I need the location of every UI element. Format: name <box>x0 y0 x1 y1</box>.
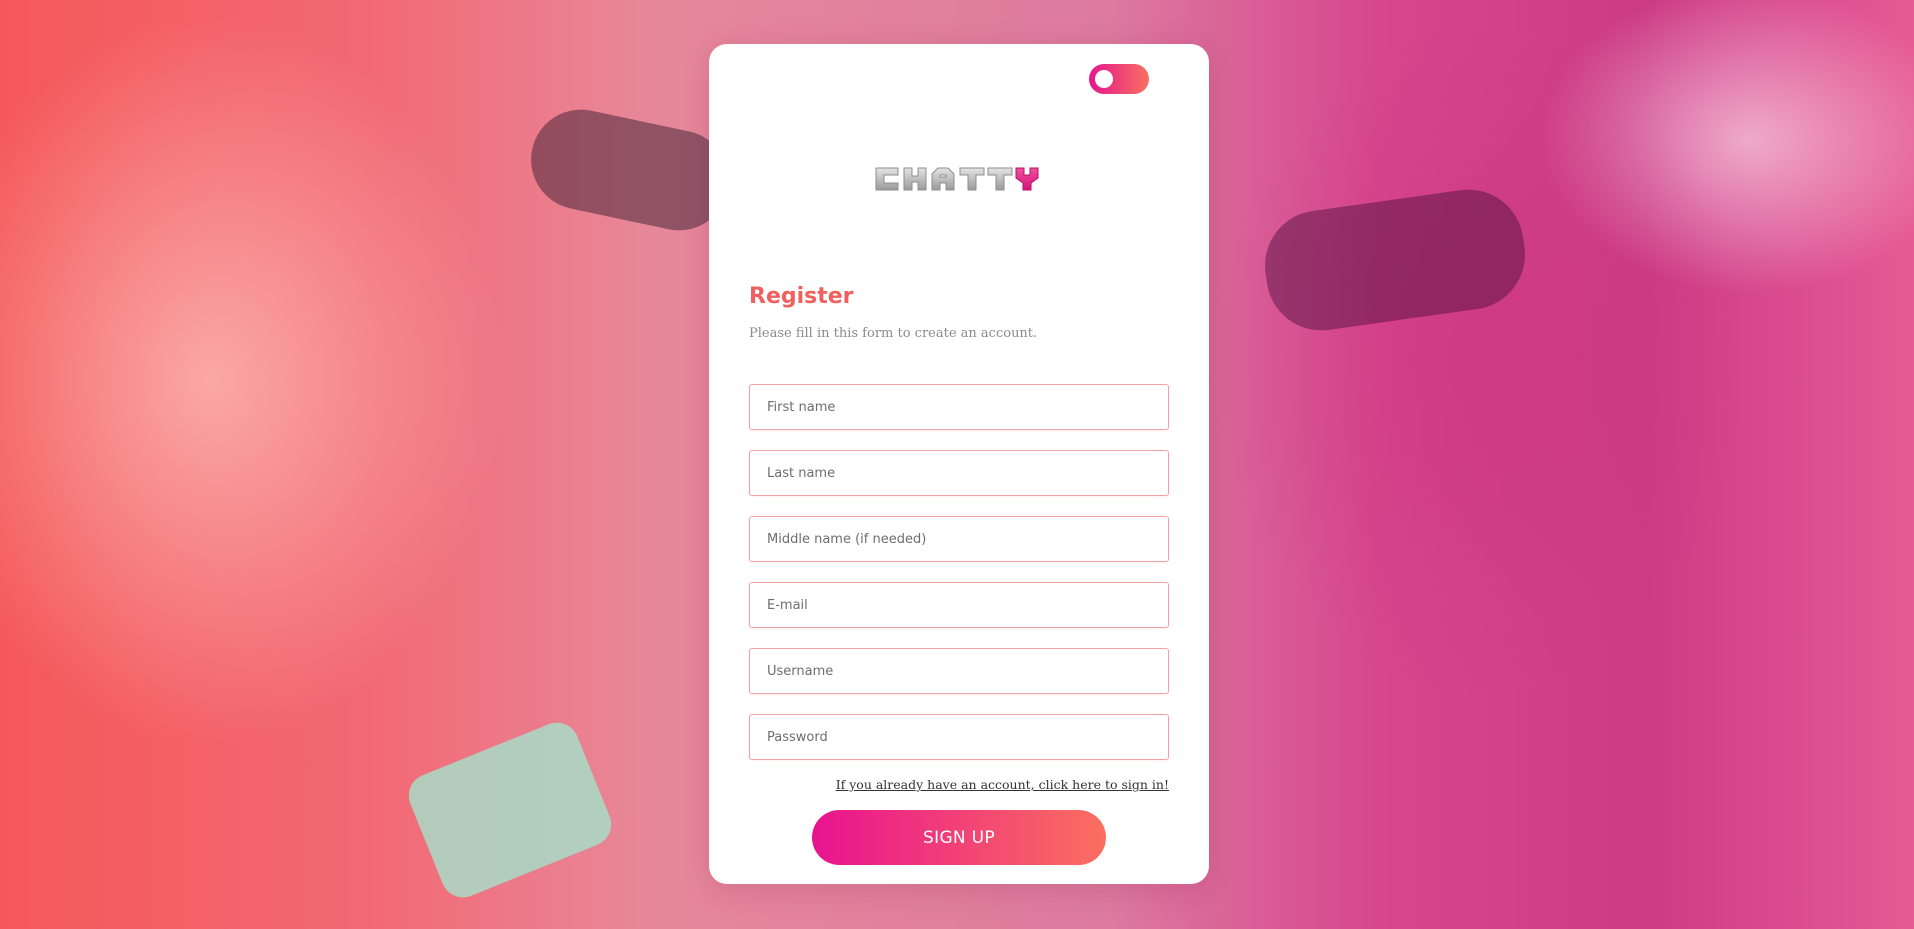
toggle-knob <box>1095 70 1113 88</box>
username-field[interactable] <box>749 648 1169 694</box>
password-input[interactable] <box>750 715 1168 759</box>
email-field[interactable] <box>749 582 1169 628</box>
signin-link[interactable]: If you already have an account, click he… <box>836 777 1169 792</box>
middle-name-field[interactable] <box>749 516 1169 562</box>
username-input[interactable] <box>750 649 1168 693</box>
form-subtitle: Please fill in this form to create an ac… <box>749 326 1038 341</box>
app-logo <box>709 164 1209 198</box>
email-input[interactable] <box>750 583 1168 627</box>
last-name-input[interactable] <box>750 451 1168 495</box>
background-phone <box>402 716 618 904</box>
theme-toggle[interactable] <box>1089 64 1149 94</box>
background-detail <box>521 100 739 240</box>
sign-up-button[interactable]: SIGN UP <box>812 810 1106 865</box>
password-field[interactable] <box>749 714 1169 760</box>
first-name-field[interactable] <box>749 384 1169 430</box>
first-name-input[interactable] <box>750 385 1168 429</box>
background-detail <box>1257 182 1533 338</box>
chatty-logo-icon <box>875 167 1039 191</box>
last-name-field[interactable] <box>749 450 1169 496</box>
register-card: Register Please fill in this form to cre… <box>709 44 1209 884</box>
middle-name-input[interactable] <box>750 517 1168 561</box>
form-title: Register <box>749 284 854 309</box>
